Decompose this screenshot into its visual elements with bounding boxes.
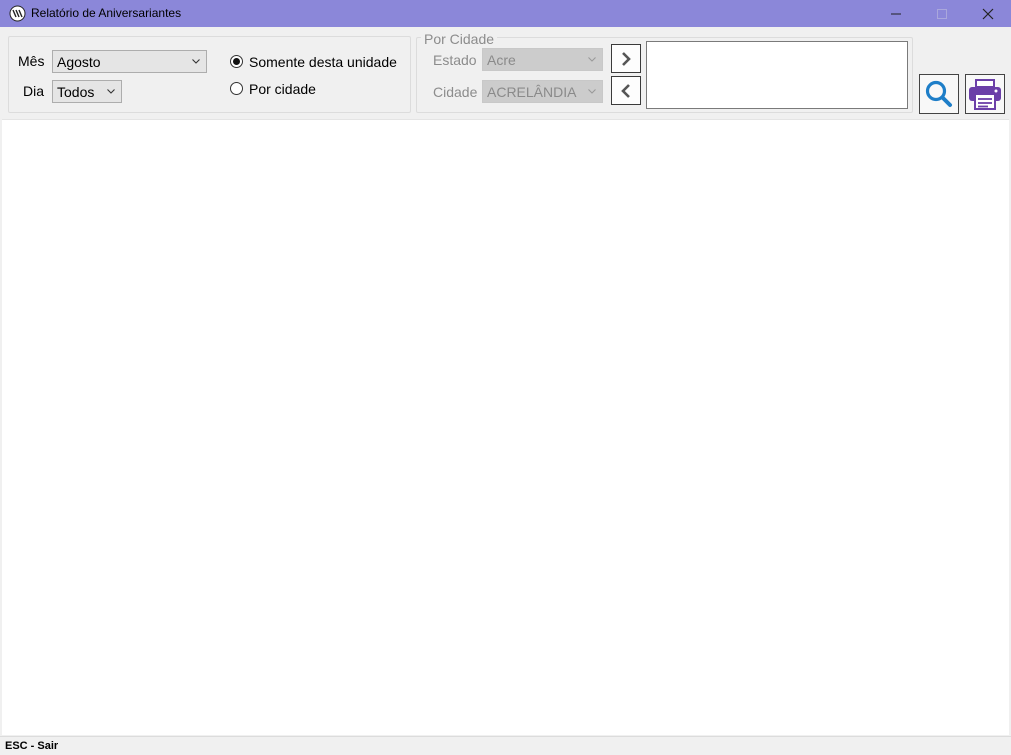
search-button[interactable]	[919, 74, 959, 114]
search-icon	[925, 80, 952, 107]
chevron-right-icon	[622, 51, 631, 66]
maximize-button[interactable]	[919, 0, 965, 27]
cidade-select-value: ACRELÂNDIA	[487, 84, 577, 100]
chevron-left-icon	[621, 83, 630, 98]
dia-select[interactable]: Todos	[52, 80, 122, 103]
minimize-icon	[891, 13, 901, 14]
mes-label: Mês	[18, 53, 45, 69]
report-content-area[interactable]	[2, 119, 1009, 735]
radio-somente-label[interactable]: Somente desta unidade	[249, 54, 397, 70]
app-logo-icon	[9, 5, 26, 22]
maximize-icon	[937, 8, 947, 19]
dia-label: Dia	[23, 83, 45, 99]
chevron-down-icon	[192, 59, 200, 64]
status-esc-sair: ESC - Sair	[5, 740, 59, 752]
radio-por-cidade-label[interactable]: Por cidade	[249, 81, 316, 97]
chevron-down-icon	[107, 89, 115, 94]
cidade-select[interactable]: ACRELÂNDIA	[482, 80, 603, 103]
por-cidade-caption: Por Cidade	[421, 31, 498, 47]
radio-somente-desta-unidade[interactable]	[230, 55, 243, 68]
status-bar: ESC - Sair	[0, 736, 1011, 755]
cidade-label: Cidade	[433, 84, 478, 100]
add-city-button[interactable]	[611, 44, 641, 73]
mes-select[interactable]: Agosto	[52, 50, 207, 73]
close-button[interactable]	[965, 0, 1011, 27]
print-button[interactable]	[965, 74, 1005, 114]
estado-select-value: Acre	[487, 52, 516, 68]
window-title: Relatório de Aniversariantes	[31, 6, 182, 20]
minimize-button[interactable]	[873, 0, 919, 27]
chevron-down-icon	[588, 57, 596, 62]
estado-select[interactable]: Acre	[482, 48, 603, 71]
mes-select-value: Agosto	[57, 54, 101, 70]
close-icon	[982, 8, 994, 19]
title-bar[interactable]: Relatório de Aniversariantes	[0, 0, 1011, 27]
selected-cities-list[interactable]	[646, 41, 908, 109]
printer-icon	[969, 79, 1001, 110]
remove-city-button[interactable]	[611, 76, 641, 105]
dia-select-value: Todos	[57, 84, 95, 100]
radio-por-cidade[interactable]	[230, 82, 243, 95]
estado-label: Estado	[433, 52, 477, 68]
chevron-down-icon	[588, 89, 596, 94]
